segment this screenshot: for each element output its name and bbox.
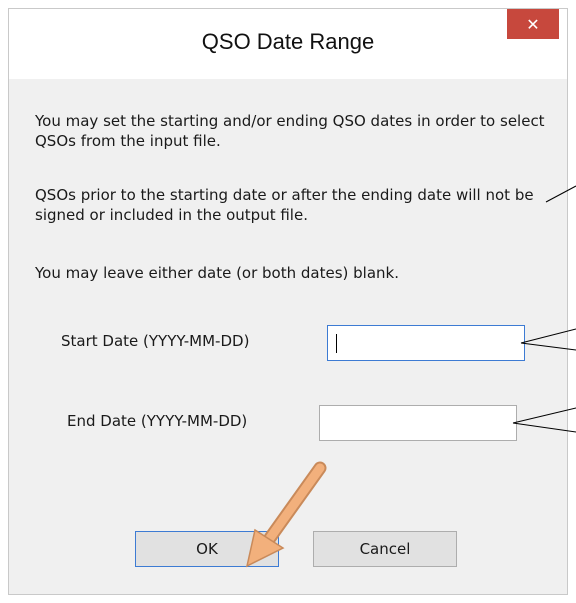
start-date-label: Start Date (YYYY-MM-DD) (61, 332, 250, 350)
end-date-input[interactable] (319, 405, 517, 441)
dialog-title: QSO Date Range (201, 29, 375, 54)
text-caret (336, 334, 337, 353)
cancel-button[interactable]: Cancel (313, 531, 457, 567)
title-bar[interactable]: QSO Date Range ✕ (9, 9, 567, 79)
close-button[interactable]: ✕ (507, 9, 559, 39)
end-date-label: End Date (YYYY-MM-DD) (67, 412, 248, 430)
intro-text: You may set the starting and/or ending Q… (35, 112, 545, 150)
note-text: You may leave either date (or both dates… (35, 264, 399, 282)
qso-date-range-dialog: QSO Date Range ✕ You may set the startin… (8, 8, 568, 595)
close-icon: ✕ (526, 14, 540, 34)
dialog-body: You may set the starting and/or ending Q… (9, 79, 567, 594)
start-date-input[interactable] (327, 325, 525, 361)
ok-button[interactable]: OK (135, 531, 279, 567)
explanation-text: QSOs prior to the starting date or after… (35, 186, 534, 224)
